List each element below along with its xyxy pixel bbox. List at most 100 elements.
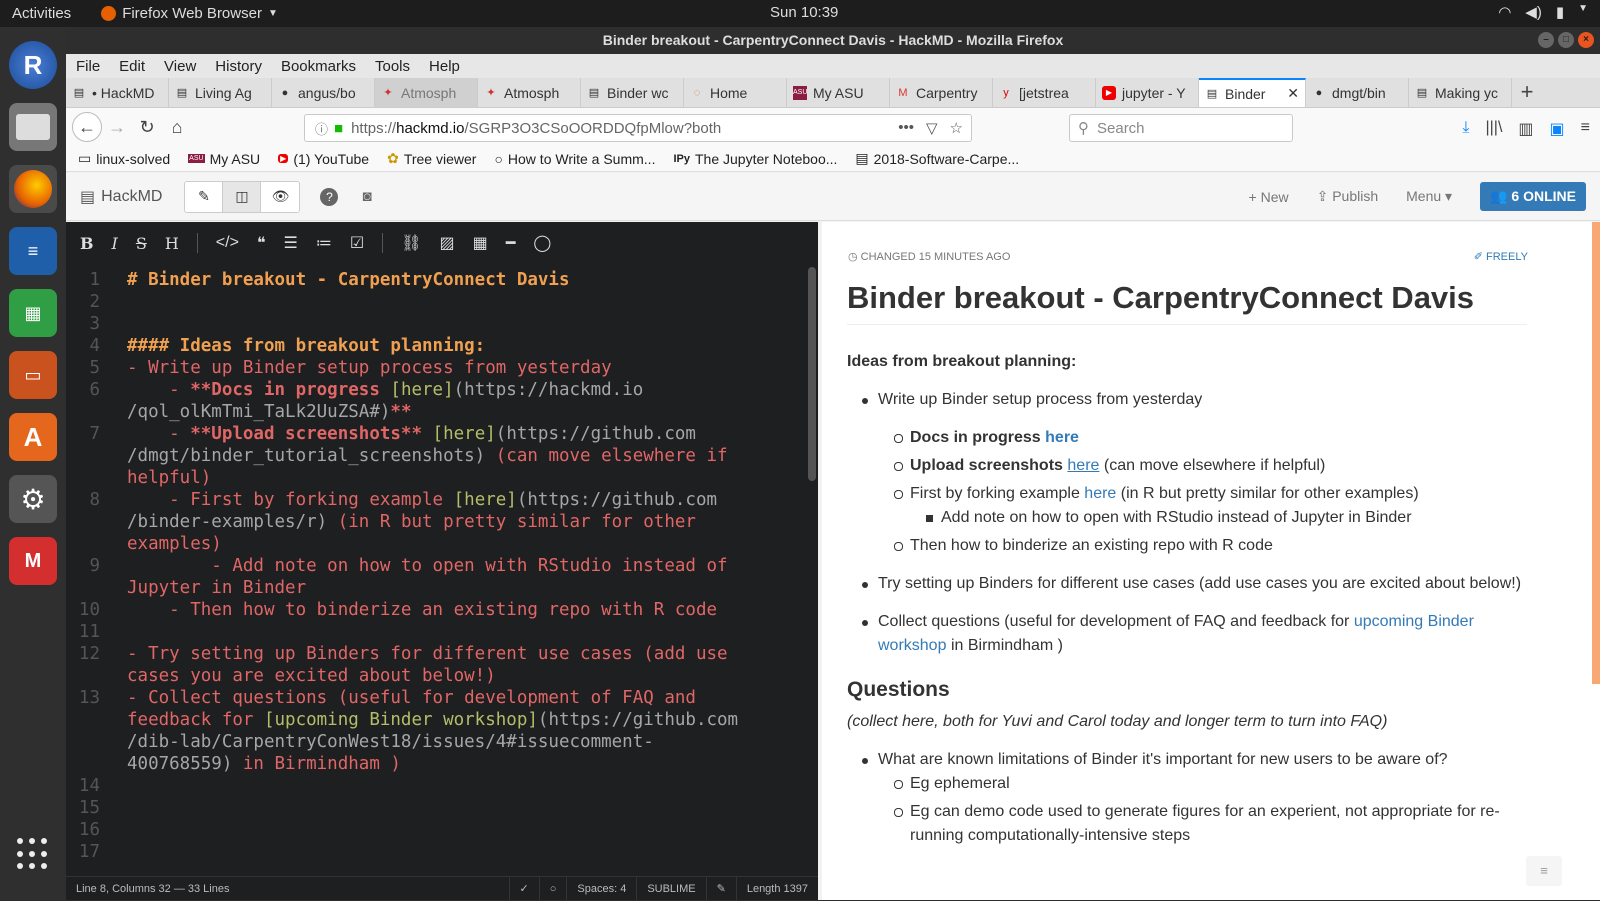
code-line[interactable]: helpful) — [127, 468, 211, 488]
camera-icon[interactable]: ◙ — [362, 188, 371, 205]
menu-edit[interactable]: Edit — [119, 58, 145, 75]
tab-making[interactable]: ▤ Making yc — [1409, 78, 1512, 107]
online-users-button[interactable]: 👥 6 ONLINE — [1480, 182, 1586, 211]
calc-icon[interactable]: ▦ — [9, 289, 57, 337]
code-line[interactable]: /dmgt/binder_tutorial_screenshots) (can … — [127, 446, 728, 466]
tab-atmosphere-1[interactable]: ✦ Atmosph — [375, 78, 478, 107]
upload-link[interactable]: here — [1067, 457, 1099, 474]
code-line[interactable]: 400768559) in Birmindham ) — [127, 754, 401, 774]
code-area[interactable]: 1 # Binder breakout - CarpentryConnect Da… — [66, 264, 806, 859]
url-bar[interactable]: ⓘ ■ https://hackmd.io/SGRP3O3CSoOORDDQfp… — [304, 114, 972, 142]
edit-mode-button[interactable]: ✎ — [185, 181, 224, 212]
code-line[interactable]: # Binder breakout - CarpentryConnect Dav… — [127, 270, 570, 290]
bookmark-jupyter-notebook[interactable]: IPy The Jupyter Noteboo... — [673, 151, 837, 167]
bold-button[interactable]: B — [80, 234, 94, 253]
tab-my-asu[interactable]: ASU My ASU — [787, 78, 890, 107]
horizontal-rule-button[interactable]: ━ — [506, 233, 516, 253]
pdf-app-icon[interactable]: M — [9, 537, 57, 585]
docs-link[interactable]: here — [1045, 429, 1079, 446]
comment-button[interactable]: ◯ — [533, 233, 551, 253]
software-center-icon[interactable]: A — [9, 413, 57, 461]
code-button[interactable]: </> — [216, 234, 239, 252]
new-tab-button[interactable]: + — [1512, 78, 1542, 107]
library-icon[interactable]: |||\ — [1485, 119, 1502, 139]
menu-help[interactable]: Help — [429, 58, 460, 75]
editor-scrollbar[interactable] — [808, 267, 816, 481]
tab-binder-active[interactable]: ▤ Binder ✕ — [1199, 78, 1306, 107]
clock[interactable]: Sun 10:39 — [770, 4, 838, 21]
code-line[interactable]: feedback for [upcoming Binder workshop](… — [127, 710, 738, 730]
menu-view[interactable]: View — [164, 58, 196, 75]
firefox-dock-icon[interactable] — [9, 165, 57, 213]
wrench-icon[interactable]: ✎ — [705, 876, 736, 901]
bookmark-tree-viewer[interactable]: ✿ Tree viewer — [387, 150, 476, 167]
code-line[interactable]: - Add note on how to open with RStudio i… — [127, 556, 727, 576]
bookmark-my-asu[interactable]: ASU My ASU — [188, 151, 260, 167]
files-icon[interactable] — [9, 103, 57, 151]
strikethrough-button[interactable]: S — [136, 234, 147, 253]
both-mode-button[interactable]: ◫ — [223, 181, 262, 212]
publish-button[interactable]: ⇪ Publish — [1317, 188, 1379, 205]
reload-button[interactable]: ↻ — [132, 112, 162, 142]
menu-tools[interactable]: Tools — [375, 58, 410, 75]
keymap-setting[interactable]: SUBLIME — [636, 876, 705, 901]
code-line[interactable]: /qol_olKmTmi_TaLk2UuZSA#)** — [127, 402, 411, 422]
info-icon[interactable]: ⓘ — [315, 119, 328, 138]
image-button[interactable]: ▨ — [440, 233, 455, 253]
code-line[interactable]: - Write up Binder setup process from yes… — [127, 358, 612, 378]
menu-dropdown[interactable]: Menu ▾ — [1406, 188, 1452, 205]
permission-link[interactable]: ✐ FREELY — [1474, 250, 1528, 263]
quote-button[interactable]: ❝ — [257, 233, 266, 253]
settings-icon[interactable]: ⚙ — [9, 475, 57, 523]
system-tray[interactable]: ◠ ◀) ▮ ▼ — [1498, 3, 1588, 21]
menu-history[interactable]: History — [215, 58, 262, 75]
screenshot-extension-icon[interactable]: ▣ — [1550, 119, 1565, 139]
code-line[interactable]: #### Ideas from breakout planning: — [127, 336, 485, 356]
writer-icon[interactable]: ≡ — [9, 227, 57, 275]
bookmark-linux-solved[interactable]: ▭ linux-solved — [78, 150, 170, 167]
tab-dmgt[interactable]: ● dmgt/bin — [1306, 78, 1409, 107]
code-line[interactable]: - **Upload screenshots** [here](https://… — [127, 424, 696, 444]
hackmd-brand[interactable]: ▤ HackMD — [80, 187, 162, 207]
show-apps-icon[interactable] — [17, 838, 49, 870]
tab-living-ag[interactable]: ▤ Living Ag — [169, 78, 272, 107]
code-line[interactable]: /binder-examples/r) (in R but pretty sim… — [127, 512, 696, 532]
link-button[interactable]: ⛓ — [401, 233, 421, 253]
code-line[interactable]: - Try setting up Binders for different u… — [127, 644, 728, 664]
url-text[interactable]: https://hackmd.io/SGRP3O3CSoOORDDQfpMlow… — [351, 120, 721, 137]
tab-jupyter-youtube[interactable]: ▶ jupyter - Y — [1096, 78, 1199, 107]
search-input[interactable]: Search — [1097, 120, 1145, 137]
new-note-button[interactable]: + New — [1249, 189, 1289, 205]
code-line[interactable]: Jupyter in Binder — [127, 578, 306, 598]
r-app-icon[interactable]: R — [9, 41, 57, 89]
table-of-contents-button[interactable]: ≡ — [1526, 856, 1562, 886]
view-mode-button[interactable]: 👁 — [261, 181, 300, 212]
numbered-list-button[interactable]: ≔ — [316, 233, 332, 253]
fork-link[interactable]: here — [1084, 485, 1116, 502]
bookmark-youtube[interactable]: ▶ (1) YouTube — [278, 151, 369, 167]
impress-icon[interactable]: ▭ — [9, 351, 57, 399]
hamburger-menu-icon[interactable]: ≡ — [1581, 119, 1590, 139]
code-line[interactable]: - **Docs in progress [here](https://hack… — [127, 380, 643, 400]
tab-carpentry[interactable]: M Carpentry — [890, 78, 993, 107]
bookmark-software-carpentry[interactable]: ▤ 2018-Software-Carpe... — [855, 150, 1019, 167]
table-button[interactable]: ▦ — [473, 233, 488, 253]
back-button[interactable]: ← — [72, 112, 102, 142]
code-line[interactable]: - Then how to binderize an existing repo… — [127, 600, 717, 620]
tab-angus[interactable]: ● angus/bo — [272, 78, 375, 107]
code-line[interactable]: cases you are excited about below!) — [127, 666, 496, 686]
close-window-button[interactable]: × — [1578, 32, 1594, 48]
bullet-list-button[interactable]: ☰ — [284, 233, 298, 253]
pocket-icon[interactable]: ▽ — [926, 119, 938, 137]
help-icon[interactable]: ? — [320, 187, 339, 206]
spaces-setting[interactable]: Spaces: 4 — [566, 876, 636, 901]
tab-hackmd[interactable]: ▤ • HackMD — [66, 78, 169, 107]
tab-jetstream[interactable]: y [jetstrea — [993, 78, 1096, 107]
code-line[interactable]: examples) — [127, 534, 222, 554]
home-button[interactable]: ⌂ — [162, 112, 192, 142]
download-icon[interactable]: ⤓ — [1462, 119, 1469, 139]
menu-bookmarks[interactable]: Bookmarks — [281, 58, 356, 75]
code-line[interactable]: - First by forking example [here](https:… — [127, 490, 717, 510]
page-actions-icon[interactable]: ••• — [898, 119, 914, 137]
code-line[interactable]: - Collect questions (useful for developm… — [127, 688, 696, 708]
